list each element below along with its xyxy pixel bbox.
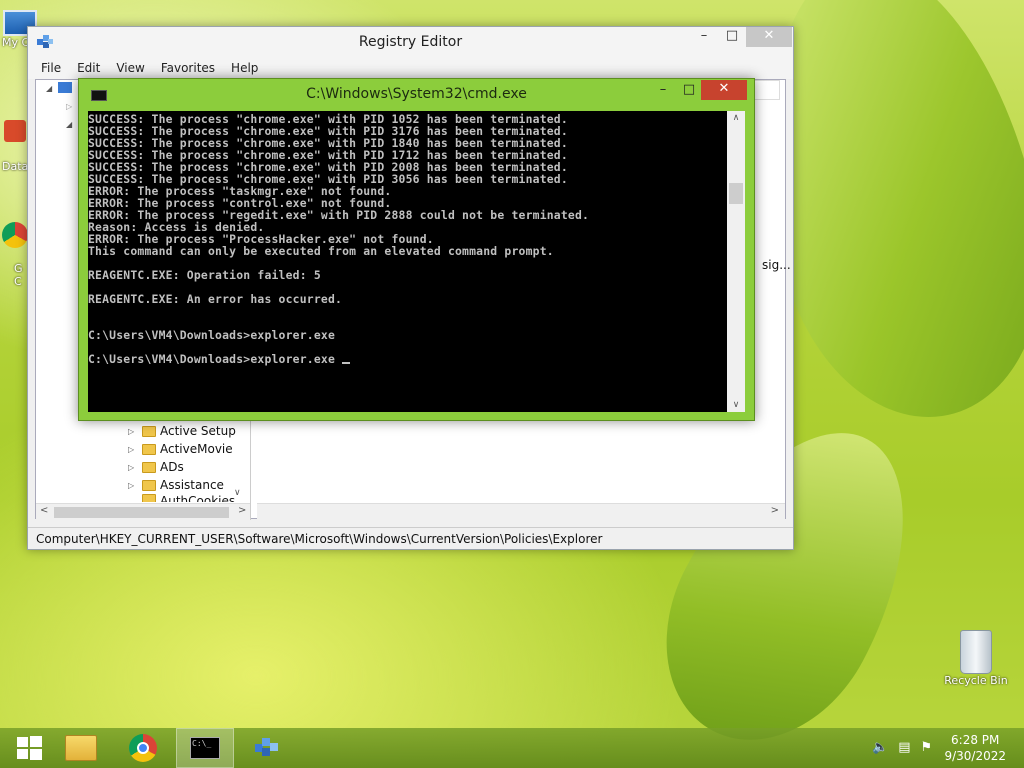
cmd-title-bar[interactable]: C:\Windows\System32\cmd.exe – □ ✕ [79, 79, 754, 107]
cmd-taskbar-button[interactable]: C:\_ [176, 728, 234, 768]
computer-node-icon [58, 82, 72, 93]
maximize-button[interactable]: □ [718, 27, 746, 47]
column-header [754, 80, 780, 100]
expand-arrow-icon[interactable]: ◢ [46, 84, 52, 93]
title-bar[interactable]: Registry Editor – □ ✕ [28, 27, 793, 57]
text-cursor [342, 362, 351, 364]
scroll-up-arrow[interactable]: ∧ [727, 113, 745, 123]
regedit-icon [255, 738, 278, 756]
folder-icon [142, 494, 156, 502]
expand-arrow-icon[interactable]: ▷ [66, 102, 72, 111]
chrome-icon [129, 734, 157, 762]
scrollbar-thumb[interactable] [54, 507, 229, 518]
close-button[interactable]: ✕ [701, 80, 747, 100]
chrome-icon [2, 222, 28, 248]
clock-date: 9/30/2022 [944, 749, 1006, 763]
console-line: REAGENTC.EXE: An error has occurred. [88, 292, 343, 306]
menu-edit[interactable]: Edit [70, 61, 107, 75]
chrome-taskbar-button[interactable] [114, 728, 172, 768]
volume-muted-icon[interactable]: 🔈 [872, 740, 888, 755]
clock[interactable]: 6:28 PM 9/30/2022 [944, 732, 1006, 764]
scrollbar-thumb[interactable] [729, 183, 743, 204]
shortcut-icon [4, 120, 26, 142]
folder-icon [65, 735, 97, 761]
console-output[interactable]: SUCCESS: The process "chrome.exe" with P… [88, 111, 727, 412]
tree-item[interactable]: ▷ ActiveMovie [128, 440, 233, 458]
windows-logo-icon [17, 736, 42, 760]
menu-file[interactable]: File [34, 61, 68, 75]
scroll-down-arrow[interactable]: ∨ [234, 488, 241, 498]
console-line: C:\Users\VM4\Downloads>explorer.exe [88, 352, 343, 366]
scroll-right-arrow[interactable]: > [771, 505, 779, 516]
expand-arrow-icon[interactable]: ▷ [128, 427, 138, 436]
console-vertical-scrollbar[interactable]: ∧ ∨ [727, 111, 745, 412]
scroll-right-arrow[interactable]: > [238, 505, 246, 516]
network-icon[interactable]: ▤ [898, 740, 910, 755]
expand-arrow-icon[interactable]: ▷ [128, 445, 138, 454]
menu-bar: File Edit View Favorites Help [28, 57, 793, 79]
console-line: REAGENTC.EXE: Operation failed: 5 [88, 268, 321, 282]
folder-icon [142, 461, 156, 473]
console-text: SUCCESS: The process "chrome.exe" with P… [88, 113, 727, 365]
folder-icon [142, 425, 156, 437]
cmd-icon: C:\_ [190, 737, 220, 759]
tree-horizontal-scrollbar[interactable]: < > [36, 503, 250, 520]
tree-item[interactable]: ▷ Active Setup [128, 422, 236, 440]
tree-item[interactable]: AuthCookies [128, 494, 235, 502]
taskbar: C:\_ 🔈 ▤ ⚑ 6:28 PM 9/30/2022 [0, 728, 1024, 768]
system-tray: 🔈 ▤ ⚑ [872, 740, 932, 755]
regedit-taskbar-button[interactable] [238, 728, 296, 768]
console-line: C:\Users\VM4\Downloads>explorer.exe [88, 328, 336, 342]
start-button[interactable] [0, 728, 58, 768]
desktop-icon-data[interactable]: Data [0, 120, 30, 173]
scroll-down-arrow[interactable]: ∨ [727, 400, 745, 410]
scroll-left-arrow[interactable]: < [40, 505, 48, 516]
status-bar: Computer\HKEY_CURRENT_USER\Software\Micr… [28, 527, 793, 549]
tree-item[interactable]: ▷ Assistance [128, 476, 224, 494]
tree-item[interactable]: ▷ ADs [128, 458, 184, 476]
action-center-icon[interactable]: ⚑ [920, 740, 932, 755]
expand-arrow-icon[interactable]: ▷ [128, 481, 138, 490]
window-title: Registry Editor [358, 34, 463, 50]
expand-arrow-icon[interactable]: ▷ [128, 463, 138, 472]
expand-arrow-icon[interactable]: ◢ [66, 120, 72, 129]
desktop-icon-chrome[interactable]: G C [0, 222, 30, 288]
console-line: This command can only be executed from a… [88, 244, 554, 258]
maximize-button[interactable]: □ [676, 81, 702, 101]
file-explorer-taskbar-button[interactable] [52, 728, 110, 768]
menu-favorites[interactable]: Favorites [154, 61, 222, 75]
recycle-bin[interactable]: Recycle Bin [940, 630, 1012, 687]
minimize-button[interactable]: – [650, 81, 676, 101]
minimize-button[interactable]: – [690, 27, 718, 47]
menu-help[interactable]: Help [224, 61, 265, 75]
folder-icon [142, 479, 156, 491]
menu-view[interactable]: View [109, 61, 151, 75]
recycle-bin-icon [960, 630, 992, 674]
cmd-window[interactable]: C:\Windows\System32\cmd.exe – □ ✕ SUCCES… [78, 78, 755, 421]
close-button[interactable]: ✕ [746, 27, 792, 47]
clock-time: 6:28 PM [951, 733, 1000, 747]
folder-icon [142, 443, 156, 455]
values-horizontal-scrollbar[interactable]: > [257, 503, 785, 520]
